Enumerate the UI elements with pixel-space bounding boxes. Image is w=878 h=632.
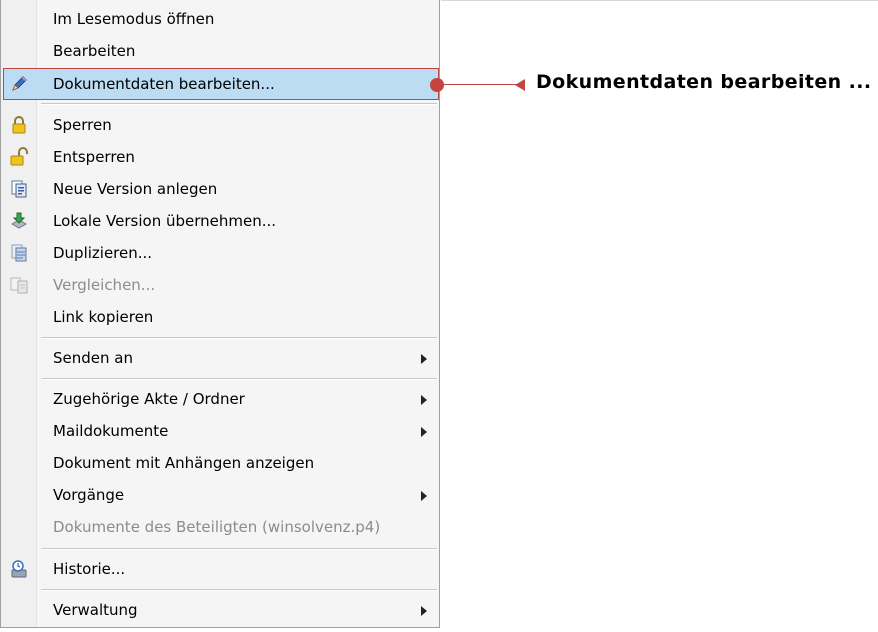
menu-item-participant-documents: Dokumente des Beteiligten (winsolvenz.p4… bbox=[3, 511, 439, 543]
menu-separator bbox=[41, 548, 437, 550]
duplicate-icon bbox=[9, 243, 29, 263]
menu-item-label: Vorgänge bbox=[53, 486, 125, 504]
submenu-arrow-icon bbox=[421, 427, 427, 437]
context-menu: Im Lesemodus öffnen Bearbeiten Dokumentd… bbox=[0, 0, 440, 628]
submenu-arrow-icon bbox=[421, 606, 427, 616]
pencil-icon bbox=[9, 74, 29, 94]
menu-item-label: Dokument mit Anhängen anzeigen bbox=[53, 454, 315, 472]
submenu-arrow-icon bbox=[421, 395, 427, 405]
menu-item-related-file-folder[interactable]: Zugehörige Akte / Ordner bbox=[3, 383, 439, 415]
menu-item-open-read-mode[interactable]: Im Lesemodus öffnen bbox=[3, 3, 439, 35]
submenu-arrow-icon bbox=[421, 354, 427, 364]
lock-closed-icon bbox=[9, 115, 29, 135]
menu-item-new-version[interactable]: Neue Version anlegen bbox=[3, 173, 439, 205]
lock-open-icon bbox=[9, 147, 29, 167]
menu-item-label: Neue Version anlegen bbox=[53, 180, 218, 198]
menu-item-processes[interactable]: Vorgänge bbox=[3, 479, 439, 511]
menu-item-take-local-version[interactable]: Lokale Version übernehmen... bbox=[3, 205, 439, 237]
callout-label: Dokumentdaten bearbeiten ... bbox=[536, 71, 872, 93]
history-icon bbox=[9, 559, 29, 579]
menu-item-label: Zugehörige Akte / Ordner bbox=[53, 390, 245, 408]
menu-item-edit-document-data[interactable]: Dokumentdaten bearbeiten... bbox=[3, 68, 439, 100]
menu-item-send-to[interactable]: Senden an bbox=[3, 342, 439, 374]
menu-item-label: Historie... bbox=[53, 560, 126, 578]
menu-item-label: Link kopieren bbox=[53, 308, 154, 326]
new-version-icon bbox=[9, 179, 29, 199]
menu-item-label: Vergleichen... bbox=[53, 276, 156, 294]
callout-dot-icon bbox=[430, 78, 444, 92]
menu-item-unlock[interactable]: Entsperren bbox=[3, 141, 439, 173]
import-version-icon bbox=[9, 211, 29, 231]
menu-item-label: Duplizieren... bbox=[53, 244, 153, 262]
menu-item-label: Verwaltung bbox=[53, 601, 138, 619]
menu-item-label: Sperren bbox=[53, 116, 112, 134]
compare-icon bbox=[9, 275, 29, 295]
menu-item-label: Dokumentdaten bearbeiten... bbox=[53, 75, 275, 93]
menu-item-duplicate[interactable]: Duplizieren... bbox=[3, 237, 439, 269]
submenu-arrow-icon bbox=[421, 491, 427, 501]
menu-separator bbox=[41, 103, 437, 105]
top-border-line bbox=[441, 0, 878, 1]
menu-item-label: Bearbeiten bbox=[53, 42, 136, 60]
menu-separator bbox=[41, 337, 437, 339]
menu-item-label: Entsperren bbox=[53, 148, 135, 166]
menu-item-mail-documents[interactable]: Maildokumente bbox=[3, 415, 439, 447]
callout-arrow-icon bbox=[515, 79, 525, 91]
menu-item-show-with-attachments[interactable]: Dokument mit Anhängen anzeigen bbox=[3, 447, 439, 479]
menu-item-label: Senden an bbox=[53, 349, 133, 367]
menu-item-label: Lokale Version übernehmen... bbox=[53, 212, 277, 230]
menu-item-label: Im Lesemodus öffnen bbox=[53, 10, 215, 28]
menu-separator bbox=[41, 589, 437, 591]
menu-item-copy-link[interactable]: Link kopieren bbox=[3, 301, 439, 333]
menu-item-edit[interactable]: Bearbeiten bbox=[3, 35, 439, 67]
menu-item-lock[interactable]: Sperren bbox=[3, 109, 439, 141]
callout-line bbox=[442, 84, 522, 85]
menu-item-label: Dokumente des Beteiligten (winsolvenz.p4… bbox=[53, 518, 381, 536]
menu-item-history[interactable]: Historie... bbox=[3, 553, 439, 585]
menu-item-compare: Vergleichen... bbox=[3, 269, 439, 301]
menu-item-administration[interactable]: Verwaltung bbox=[3, 594, 439, 626]
menu-item-label: Maildokumente bbox=[53, 422, 169, 440]
menu-separator bbox=[41, 378, 437, 380]
